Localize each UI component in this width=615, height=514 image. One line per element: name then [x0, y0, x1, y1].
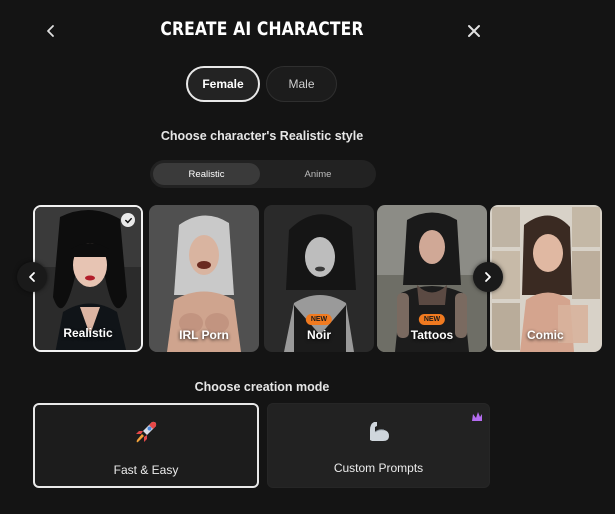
rocket-icon: [136, 421, 157, 443]
flexed-arm-icon: [369, 422, 389, 441]
style-heading: Choose character's Realistic style: [160, 129, 364, 143]
mode-heading: Choose creation mode: [194, 380, 330, 394]
card-label: IRL Porn: [179, 328, 229, 342]
style-card-irl-porn[interactable]: IRL Porn: [149, 205, 259, 352]
mode-custom-prompts-button[interactable]: Custom Prompts: [267, 403, 490, 488]
new-badge: NEW: [418, 314, 446, 325]
style-card-carousel: Realistic IRL Porn NEW Noir NEW Tattoos …: [0, 205, 615, 353]
mode-label: Custom Prompts: [333, 461, 424, 475]
style-card-noir[interactable]: NEW Noir: [264, 205, 374, 352]
style-toggle: Realistic Anime: [150, 160, 376, 188]
header: CREATE AI CHARACTER: [0, 0, 615, 62]
carousel-prev-button[interactable]: [17, 262, 47, 292]
check-icon: [121, 213, 135, 227]
toggle-realistic[interactable]: Realistic: [153, 163, 260, 185]
style-card-comic[interactable]: Comic: [490, 205, 602, 352]
carousel-next-button[interactable]: [473, 262, 503, 292]
chevron-left-icon: [29, 272, 35, 282]
card-label: Tattoos: [410, 328, 454, 342]
male-button[interactable]: Male: [266, 66, 337, 102]
mode-label: Fast & Easy: [113, 463, 179, 477]
new-badge: NEW: [305, 314, 333, 325]
chevron-right-icon: [485, 272, 491, 282]
purple-crown-icon: [472, 412, 482, 421]
toggle-anime[interactable]: Anime: [263, 163, 373, 185]
card-label: Realistic: [63, 326, 113, 340]
card-label: Noir: [307, 328, 331, 342]
close-button[interactable]: [461, 18, 487, 44]
mode-fast-easy-button[interactable]: Fast & Easy: [33, 403, 259, 488]
female-button[interactable]: Female: [186, 66, 260, 102]
page-title: CREATE AI CHARACTER: [160, 18, 364, 40]
close-icon: [468, 25, 480, 37]
style-card-tattoos[interactable]: NEW Tattoos: [377, 205, 487, 352]
card-label: Comic: [527, 328, 564, 342]
style-card-realistic[interactable]: Realistic: [33, 205, 143, 352]
